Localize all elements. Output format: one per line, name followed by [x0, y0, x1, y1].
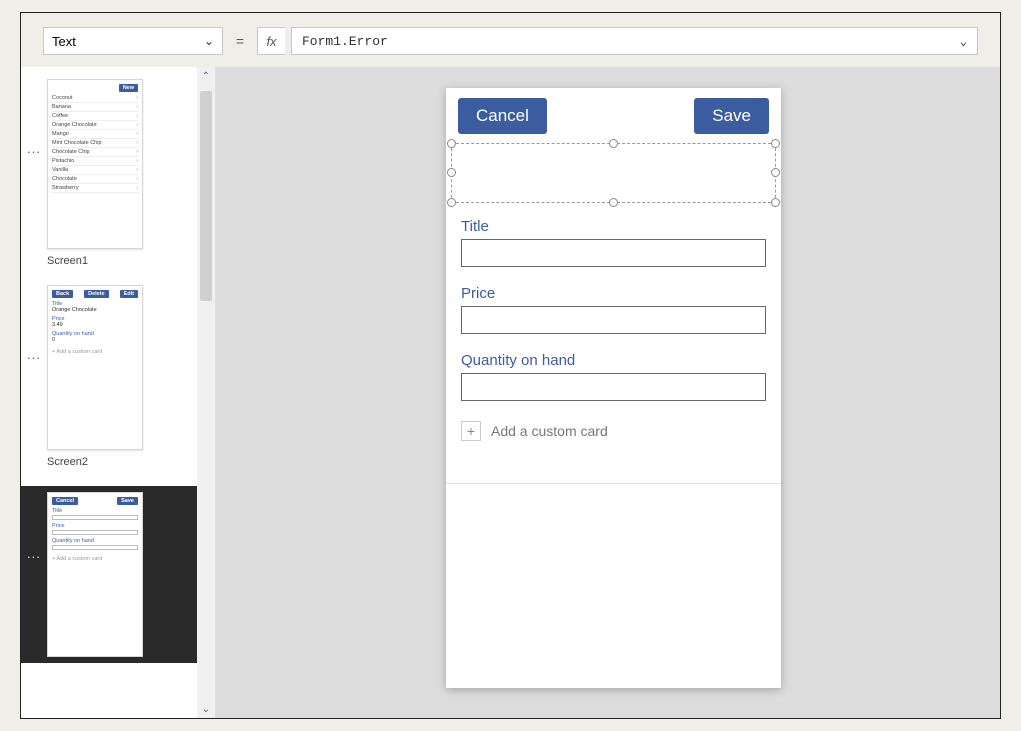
property-dropdown[interactable]: Text ⌄: [43, 27, 223, 55]
more-icon[interactable]: ...: [27, 546, 41, 561]
resize-handle[interactable]: [771, 168, 780, 177]
thumbnail-caption: Screen2: [47, 456, 197, 468]
scrollbar[interactable]: ⌃ ⌄: [197, 67, 215, 718]
mini-back-button: Back: [52, 290, 73, 298]
more-icon[interactable]: ...: [27, 141, 41, 156]
add-custom-card[interactable]: + Add a custom card: [461, 421, 766, 441]
mini-save-button: Save: [117, 497, 138, 505]
more-icon[interactable]: ...: [27, 347, 41, 362]
phone-screen: Cancel Save Title Price: [446, 88, 781, 688]
thumbnail-screen2[interactable]: ... Back Delete Edit Title Orange Chocol…: [21, 285, 197, 468]
field-quantity: Quantity on hand: [461, 352, 766, 401]
app-frame: Text ⌄ = fx Form1.Error ⌄ ⌃ ⌄ ... New Co…: [20, 12, 1001, 719]
scroll-up-icon[interactable]: ⌃: [197, 67, 215, 85]
thumbnail-screen3-selected[interactable]: ... Cancel Save Title Price Quantity on …: [21, 486, 197, 663]
formula-bar: Text ⌄ = fx Form1.Error ⌄: [43, 27, 978, 55]
mini-list-row: Banana›: [52, 103, 138, 112]
chevron-down-icon: ⌄: [960, 34, 967, 49]
screen-thumbnail-panel: ⌃ ⌄ ... New Coconut›Banana›Coffee›Orange…: [21, 67, 216, 718]
mini-list-row: Coconut›: [52, 94, 138, 103]
selected-control-error-label[interactable]: [451, 143, 776, 203]
form-body: Title Price Quantity on hand + Add a cus…: [461, 218, 766, 441]
formula-input[interactable]: Form1.Error ⌄: [291, 27, 978, 55]
mini-list-row: Chocolate Chip›: [52, 148, 138, 157]
price-input[interactable]: [461, 306, 766, 334]
resize-handle[interactable]: [771, 139, 780, 148]
resize-handle[interactable]: [447, 168, 456, 177]
chevron-down-icon: ⌄: [204, 34, 214, 48]
formula-expression: Form1.Error: [302, 34, 388, 49]
design-canvas[interactable]: Cancel Save Title Price: [216, 67, 1000, 718]
mini-preview: New Coconut›Banana›Coffee›Orange Chocola…: [47, 79, 143, 249]
field-label: Title: [461, 218, 766, 235]
resize-handle[interactable]: [609, 198, 618, 207]
scroll-down-icon[interactable]: ⌄: [197, 700, 215, 718]
resize-handle[interactable]: [447, 139, 456, 148]
cancel-button[interactable]: Cancel: [458, 98, 547, 134]
quantity-input[interactable]: [461, 373, 766, 401]
mini-new-button: New: [119, 84, 138, 92]
plus-icon: +: [461, 421, 481, 441]
mini-list-row: Mint Chocolate Chip›: [52, 139, 138, 148]
mini-list-row: Chocolate›: [52, 175, 138, 184]
mini-list-row: Orange Chocolate›: [52, 121, 138, 130]
mini-list-row: Coffee›: [52, 112, 138, 121]
save-button[interactable]: Save: [694, 98, 769, 134]
add-card-label: Add a custom card: [491, 423, 608, 439]
mini-preview: Back Delete Edit Title Orange Chocolate …: [47, 285, 143, 450]
form-divider: [446, 483, 781, 484]
form-header: Cancel Save: [446, 88, 781, 144]
thumbnail-caption: Screen1: [47, 255, 197, 267]
thumbnail-screen1[interactable]: ... New Coconut›Banana›Coffee›Orange Cho…: [21, 79, 197, 267]
mini-list-row: Strawberry›: [52, 184, 138, 193]
field-price: Price: [461, 285, 766, 334]
mini-cancel-button: Cancel: [52, 497, 78, 505]
property-dropdown-value: Text: [52, 34, 76, 49]
title-input[interactable]: [461, 239, 766, 267]
mini-list-row: Pistachio›: [52, 157, 138, 166]
equals-label: =: [229, 27, 251, 55]
field-title: Title: [461, 218, 766, 267]
resize-handle[interactable]: [447, 198, 456, 207]
scrollbar-thumb[interactable]: [200, 91, 212, 301]
resize-handle[interactable]: [771, 198, 780, 207]
resize-handle[interactable]: [609, 139, 618, 148]
field-label: Quantity on hand: [461, 352, 766, 369]
mini-delete-button: Delete: [84, 290, 109, 298]
mini-edit-button: Edit: [120, 290, 138, 298]
fx-icon: fx: [257, 27, 285, 55]
mini-preview: Cancel Save Title Price Quantity on hand…: [47, 492, 143, 657]
mini-list-row: Vanilla›: [52, 166, 138, 175]
field-label: Price: [461, 285, 766, 302]
mini-list-row: Mango›: [52, 130, 138, 139]
